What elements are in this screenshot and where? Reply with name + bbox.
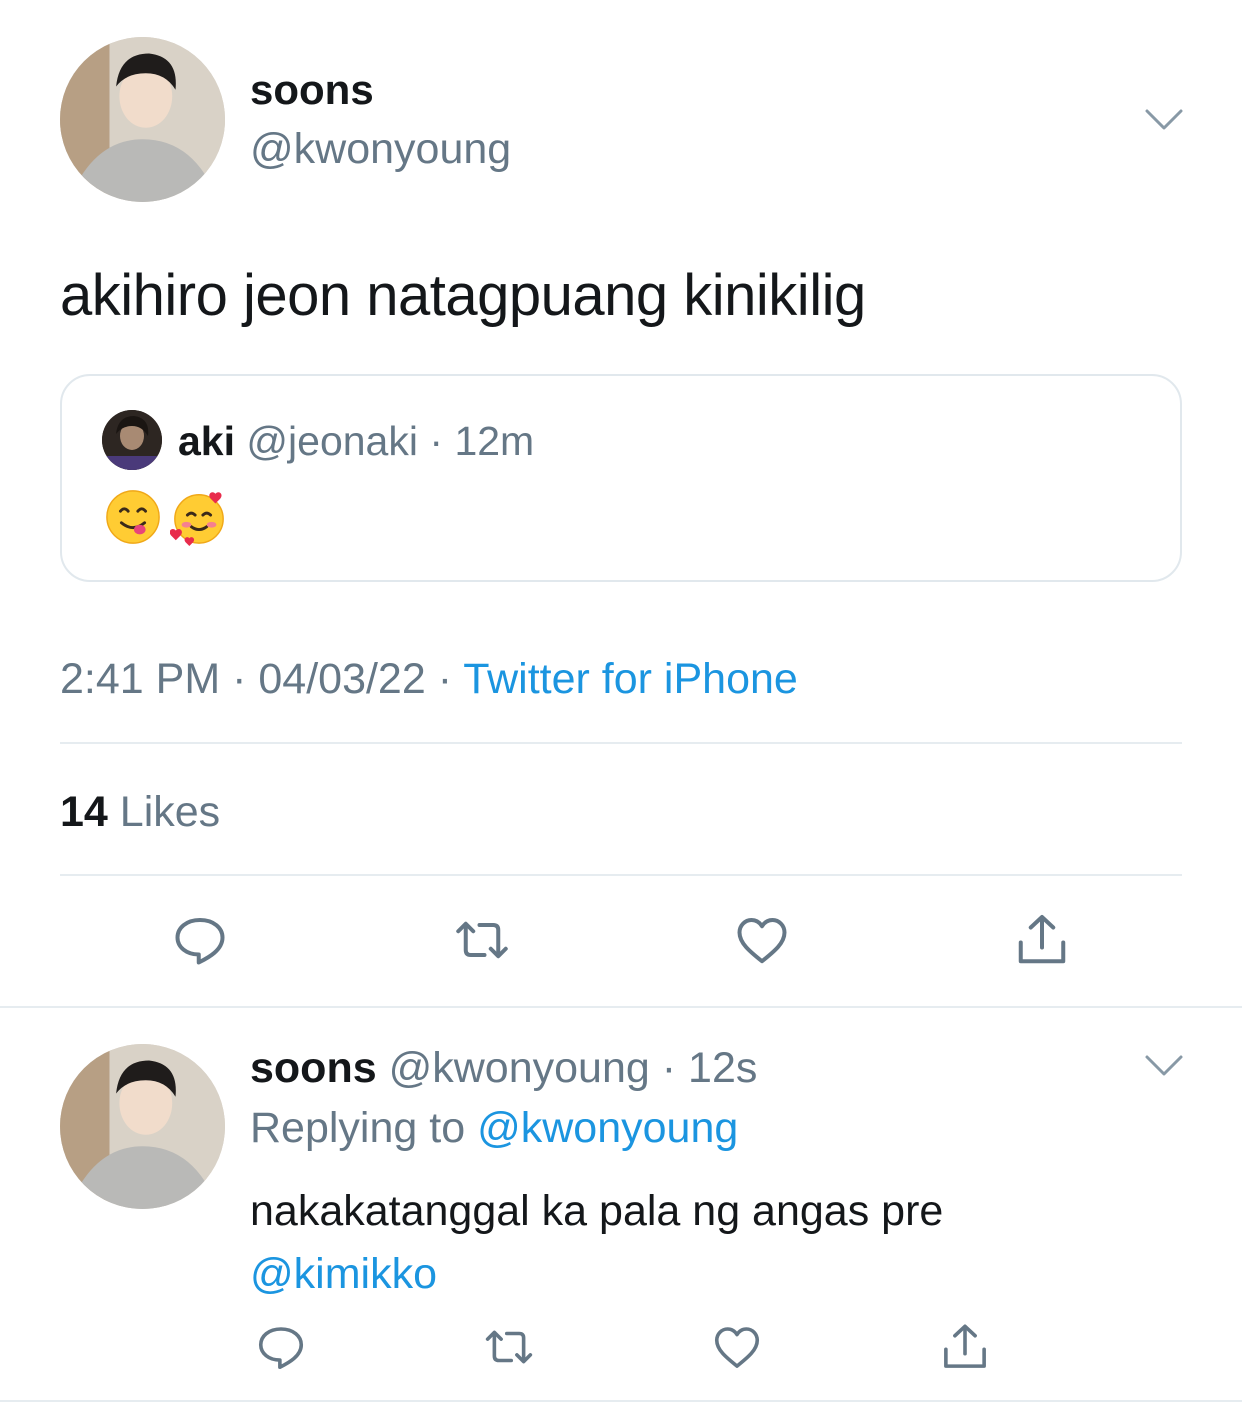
tweet-date: 04/03/22: [258, 655, 426, 703]
reply-author-handle[interactable]: @kwonyoung: [389, 1044, 650, 1092]
quoted-author-handle: @jeonaki: [246, 418, 418, 464]
divider: [0, 1006, 1242, 1008]
tweet-text: akihiro jeon natagpuang kinikilig: [60, 263, 866, 328]
quoted-author-name: aki: [178, 418, 235, 464]
replying-to-line: Replying to @kwonyoung: [250, 1104, 738, 1153]
reply-icon[interactable]: [170, 910, 230, 970]
replying-label: Replying to: [250, 1104, 466, 1152]
quoted-tweet-text: [104, 488, 228, 546]
meta-separator: ·: [437, 655, 453, 703]
retweet-icon[interactable]: [482, 1320, 536, 1374]
quoted-time: 12m: [454, 418, 535, 464]
chevron-down-icon[interactable]: [1144, 1052, 1184, 1080]
tweet-source-link[interactable]: Twitter for iPhone: [463, 655, 798, 703]
author-handle[interactable]: @kwonyoung: [250, 125, 511, 174]
quoted-author-avatar: [102, 410, 162, 470]
quoted-tweet-header: aki @jeonaki · 12m: [178, 418, 534, 465]
likes-count: 14: [60, 788, 108, 836]
profile-photo: [60, 1044, 225, 1209]
reply-time: 12s: [688, 1044, 758, 1092]
likes-summary[interactable]: 14 Likes: [60, 788, 220, 837]
smiling-face-with-hearts-emoji: [170, 492, 224, 546]
retweet-icon[interactable]: [452, 910, 512, 970]
reply-body: nakakatanggal ka pala ng angas pre: [250, 1187, 944, 1235]
divider: [0, 1400, 1242, 1402]
divider: [60, 874, 1182, 876]
chevron-down-icon[interactable]: [1144, 106, 1184, 134]
like-icon[interactable]: [732, 910, 792, 970]
share-icon[interactable]: [1012, 910, 1072, 970]
author-avatar[interactable]: [60, 37, 225, 202]
mention-link[interactable]: @kimikko: [250, 1250, 437, 1298]
reply-text: nakakatanggal ka pala ng angas pre @kimi…: [250, 1180, 1150, 1306]
quoted-separator: ·: [429, 418, 444, 464]
likes-label: Likes: [119, 788, 221, 836]
profile-photo: [60, 37, 225, 202]
share-icon[interactable]: [938, 1320, 992, 1374]
replying-to-link[interactable]: @kwonyoung: [477, 1104, 738, 1152]
tweet-time: 2:41 PM: [60, 655, 221, 703]
reply-separator: ·: [661, 1044, 677, 1092]
divider: [60, 742, 1182, 744]
like-icon[interactable]: [710, 1320, 764, 1374]
reply-header: soons @kwonyoung · 12s: [250, 1044, 757, 1093]
reply-icon[interactable]: [254, 1320, 308, 1374]
meta-separator: ·: [232, 655, 247, 703]
tweet-meta: 2:41 PM · 04/03/22 · Twitter for iPhone: [60, 655, 798, 704]
author-name[interactable]: soons: [250, 66, 374, 114]
reply-author-name[interactable]: soons: [250, 1044, 377, 1092]
reply-author-avatar[interactable]: [60, 1044, 225, 1209]
quoted-tweet-card[interactable]: aki @jeonaki · 12m: [60, 374, 1182, 582]
yum-face-emoji: [106, 490, 160, 544]
